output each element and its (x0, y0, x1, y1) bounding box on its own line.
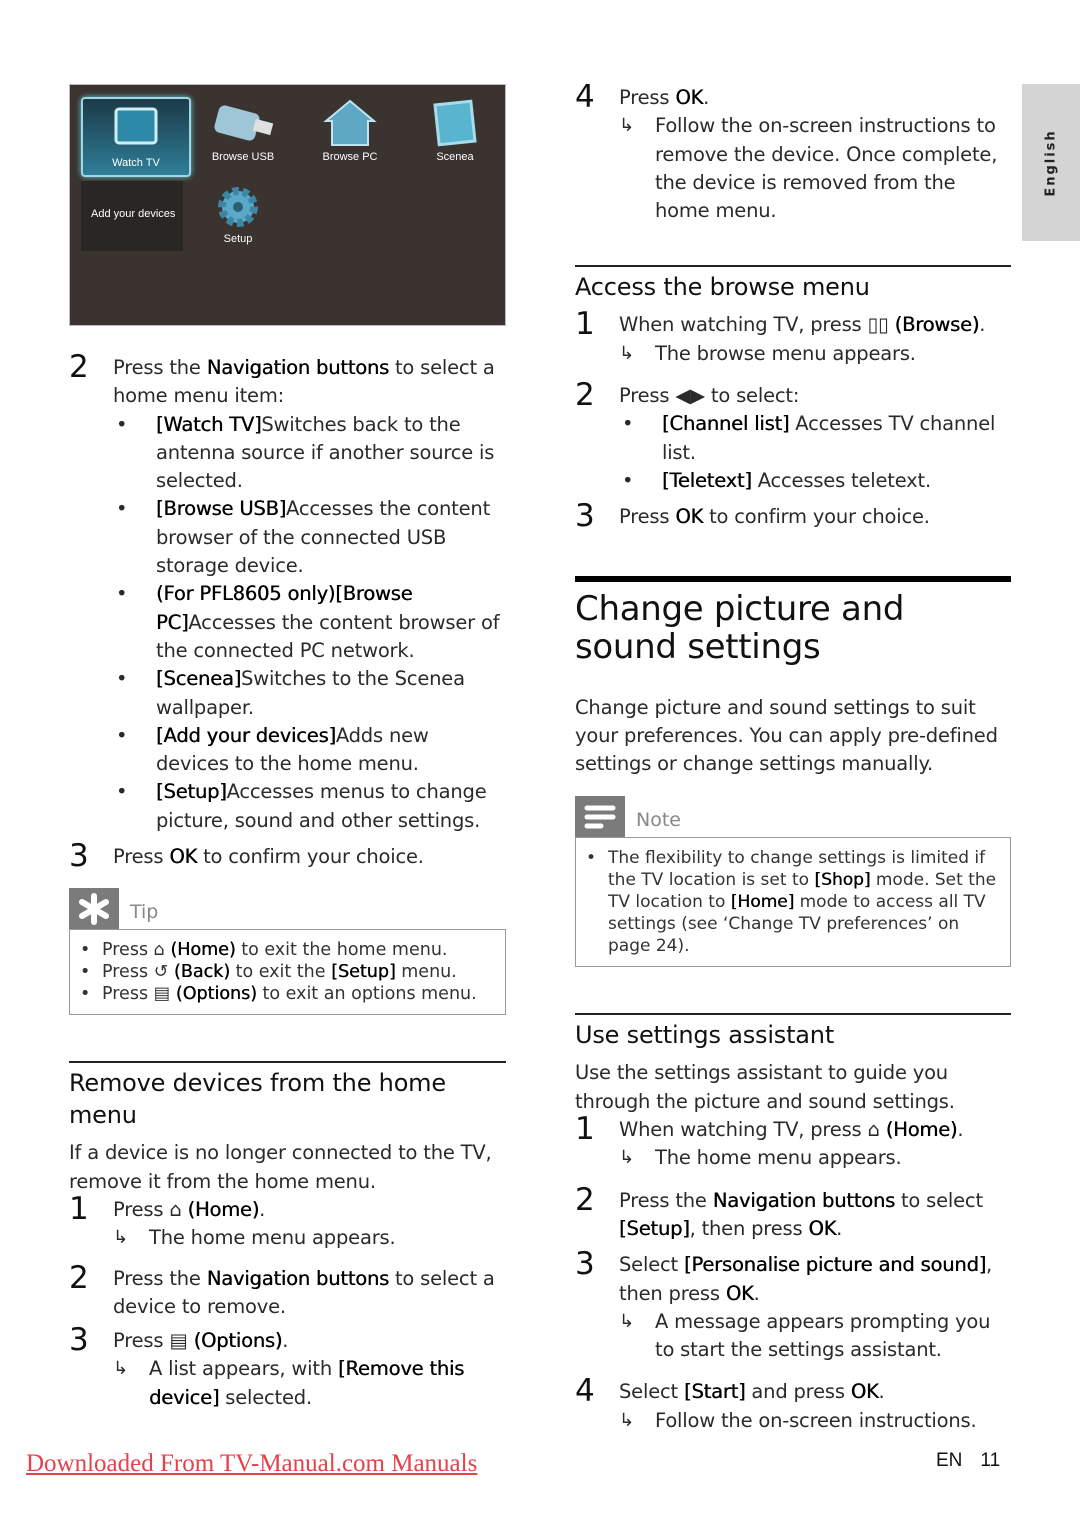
section-divider (575, 1013, 1011, 1016)
page-number-value: 11 (980, 1450, 1001, 1471)
tile-watch-tv: Watch TV (81, 97, 191, 177)
remove-step-2: 2 Press the Navigation buttons to select… (69, 1259, 495, 1318)
language-label: English (1043, 128, 1059, 197)
tv-home-menu-screenshot: Watch TV Browse USB Browse PC Scenea Add… (69, 84, 506, 326)
list-item: • [Scenea]Switches to the Scenea wallpape… (116, 667, 465, 719)
list-item: • [Channel list] Accesses TV channel list… (622, 412, 996, 464)
tip-label: Tip (130, 901, 159, 924)
note-body: • The flexibility to change settings is l… (575, 837, 1011, 968)
browse-step-3: 3 Press OK to confirm your choice. (575, 498, 930, 535)
section-divider (575, 265, 1011, 268)
page-number: EN 11 (936, 1450, 1000, 1472)
result-line: ↳ The home menu appears. (113, 1224, 506, 1252)
result-line: ↳ The browse menu appears. (619, 340, 1011, 368)
chapter-title: Change picture and sound settings (575, 588, 905, 667)
tile-scenea: Scenea (415, 99, 495, 163)
chapter-divider (575, 575, 1011, 582)
home-icon: ⌂ (169, 1197, 182, 1221)
result-arrow-icon: ↳ (619, 1310, 634, 1332)
tile-label: Browse USB (211, 151, 275, 163)
tile-label: Browse PC (322, 151, 378, 163)
section-title-settings-assistant: Use settings assistant (575, 1021, 835, 1050)
browse-options-list: • [Channel list] Accesses TV channel list… (619, 410, 1011, 495)
list-item: • [Teletext] Accesses teletext. (622, 468, 931, 492)
assistant-intro: Use the settings assistant to guide you … (575, 1061, 955, 1113)
result-arrow-icon: ↳ (619, 1409, 634, 1431)
picture-frame-icon (433, 99, 477, 147)
tile-label: Setup (223, 233, 253, 245)
step-3-confirm: 3 Press OK to confirm your choice. (69, 838, 424, 875)
remove-step-1: 1 Press ⌂ (Home). ↳ The home menu appears… (69, 1192, 506, 1253)
remove-step-4: 4 Press OK. ↳ Follow the on-screen instru… (575, 80, 1011, 225)
assistant-step-4: 4 Select [Start] and press OK. ↳ Follow t… (575, 1374, 1011, 1435)
left-right-arrows-icon: ◀▶ (675, 384, 705, 408)
home-menu-items-list: • [Watch TV]Switches back to the antenna … (113, 411, 506, 835)
result-arrow-icon: ↳ (113, 1227, 128, 1249)
result-line: ↳ A list appears, with [Remove this devic… (113, 1357, 465, 1409)
tile-label: Watch TV (112, 157, 160, 169)
tile-setup: Setup (198, 183, 278, 245)
list-item: • [Setup]Accesses menus to change picture… (116, 780, 487, 832)
change-intro: Change picture and sound settings to sui… (575, 695, 998, 776)
note-line: • The flexibility to change settings is l… (586, 848, 997, 957)
section-divider (69, 1061, 506, 1064)
left-column: Watch TV Browse USB Browse PC Scenea Add… (69, 84, 506, 1412)
tile-label: Scenea (436, 151, 474, 163)
list-item: • [Browse USB]Accesses the content browse… (116, 497, 491, 578)
tip-line: • Press ⌂ (Home) to exit the home menu. (80, 940, 448, 961)
tile-label: Add your devices (91, 208, 176, 220)
right-column: 4 Press OK. ↳ Follow the on-screen instru… (575, 80, 1011, 1435)
house-icon (323, 99, 377, 146)
tile-add-devices: Add your devices (81, 181, 183, 251)
remove-intro: If a device is no longer connected to th… (69, 1141, 492, 1193)
section-title-browse-menu: Access the browse menu (575, 273, 870, 302)
assistant-step-1: 1 When watching TV, press ⌂ (Home). ↳ The… (575, 1112, 1011, 1173)
step-2-home-menu: 2 Press the Navigation buttons to select… (69, 350, 506, 835)
home-icon: ⌂ (867, 1118, 880, 1142)
browse-step-2: 2 Press ◀▶ to select: • [Channel list] Ac… (575, 378, 1011, 495)
list-item: • [Add your devices]Adds new devices to t… (116, 723, 429, 776)
result-line: ↳ Follow the on-screen instructions. (619, 1407, 1011, 1435)
note-box: Note • The flexibility to change settings… (575, 796, 1011, 968)
tip-line: • Press ↺ (Back) to exit the [Setup] menu… (80, 962, 457, 983)
tip-asterisk-icon (69, 888, 119, 930)
tile-browse-pc: Browse PC (310, 99, 390, 163)
result-arrow-icon: ↳ (619, 115, 634, 137)
language-code: EN (936, 1450, 963, 1471)
back-icon: ↺ (153, 962, 169, 983)
remove-step-3: 3 Press ▤ (Options). ↳ A list appears, wi… (69, 1323, 506, 1412)
result-arrow-icon: ↳ (113, 1358, 128, 1380)
note-label: Note (636, 809, 681, 832)
assistant-step-2: 2 Press the Navigation buttons to select… (575, 1181, 983, 1240)
result-arrow-icon: ↳ (619, 342, 634, 364)
browse-book-icon: ▯▯ (867, 313, 889, 337)
section-title-remove-devices: Remove devices from the home menu (69, 1069, 446, 1130)
tv-icon (114, 107, 158, 145)
tile-browse-usb: Browse USB (203, 99, 283, 163)
assistant-step-3: 3 Select [Personalise picture and sound]… (575, 1247, 1011, 1364)
gear-icon (218, 187, 258, 227)
result-line: ↳ Follow the on-screen instructions to re… (619, 114, 998, 223)
usb-icon (214, 105, 274, 141)
download-source-link[interactable]: Downloaded From TV-Manual.com Manuals (26, 1450, 477, 1478)
tip-line: • Press ▤ (Options) to exit an options me… (80, 984, 477, 1005)
tip-box: Tip • Press ⌂ (Home) to exit the home men… (69, 888, 506, 1016)
note-lines-icon (575, 796, 625, 838)
list-item: • (For PFL8605 only)[Browse PC]Accesses t… (116, 582, 500, 662)
browse-step-1: 1 When watching TV, press ▯▯ (Browse). ↳… (575, 307, 1011, 368)
step-number: 2 (69, 349, 89, 385)
tip-body: • Press ⌂ (Home) to exit the home menu. •… (69, 929, 506, 1016)
options-icon: ▤ (153, 984, 171, 1005)
home-icon: ⌂ (153, 940, 165, 961)
language-side-tab: English (1022, 84, 1080, 241)
result-line: ↳ A message appears prompting you to star… (619, 1309, 991, 1362)
step-number: 3 (69, 838, 89, 875)
list-item: • [Watch TV]Switches back to the antenna … (116, 412, 495, 493)
result-arrow-icon: ↳ (619, 1147, 634, 1169)
result-line: ↳ The home menu appears. (619, 1144, 1011, 1172)
options-icon: ▤ (169, 1329, 188, 1353)
